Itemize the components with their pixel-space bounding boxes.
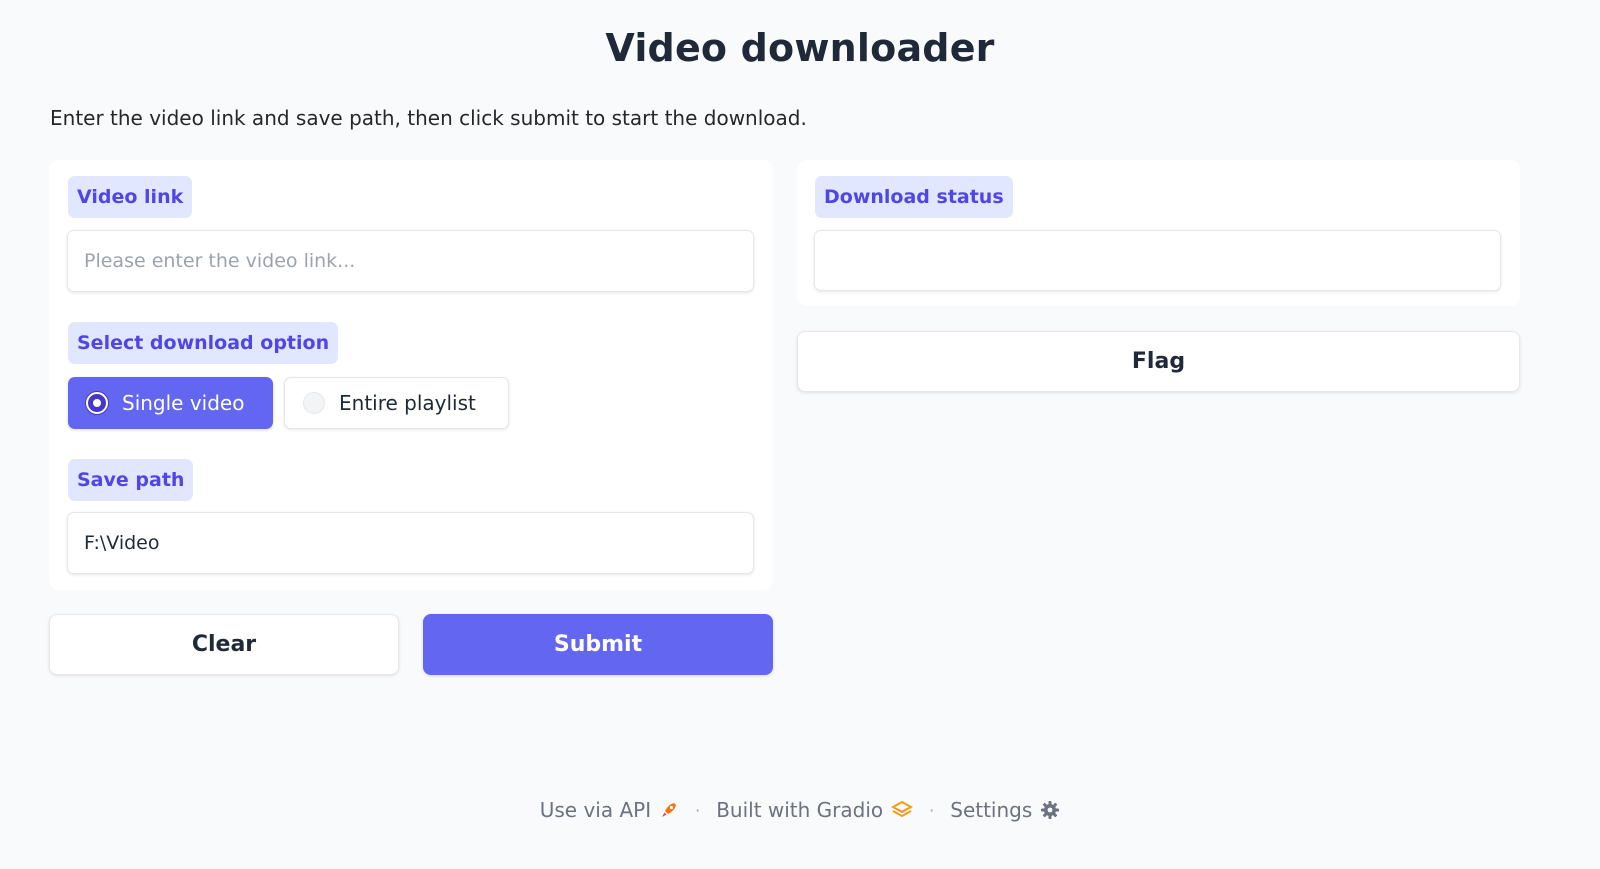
gradio-logo-icon <box>891 800 914 820</box>
clear-button[interactable]: Clear <box>49 614 399 675</box>
download-option-label: Select download option <box>68 322 339 364</box>
gear-icon <box>1040 800 1060 820</box>
submit-button[interactable]: Submit <box>423 614 773 675</box>
output-panel: Download status <box>797 160 1520 306</box>
radio-entire-playlist[interactable]: Entire playlist <box>284 377 509 429</box>
settings-label: Settings <box>950 798 1033 822</box>
radio-single-video[interactable]: Single video <box>68 377 273 429</box>
radio-checked-icon <box>86 392 108 414</box>
download-status-field[interactable] <box>814 230 1501 291</box>
save-path-input[interactable] <box>67 512 754 574</box>
radio-single-video-label: Single video <box>122 391 245 415</box>
settings-link[interactable]: Settings <box>950 798 1060 822</box>
built-with-gradio-label: Built with Gradio <box>716 798 884 822</box>
use-via-api-label: Use via API <box>539 798 652 822</box>
page-description: Enter the video link and save path, then… <box>50 106 807 130</box>
footer: Use via API · Built with Gradio · Settin… <box>0 798 1600 822</box>
use-via-api-link[interactable]: Use via API <box>540 798 679 822</box>
rocket-icon <box>659 800 679 820</box>
video-link-input[interactable] <box>67 230 754 292</box>
flag-button[interactable]: Flag <box>797 331 1520 392</box>
input-panel: Video link Select download option Single… <box>49 160 773 590</box>
download-status-label: Download status <box>815 176 1013 218</box>
footer-separator: · <box>929 800 935 820</box>
page-title: Video downloader <box>605 26 995 70</box>
radio-entire-playlist-label: Entire playlist <box>339 391 476 415</box>
built-with-gradio-link[interactable]: Built with Gradio <box>716 798 914 822</box>
radio-unchecked-icon <box>303 392 325 414</box>
video-link-label: Video link <box>68 176 193 218</box>
footer-separator: · <box>695 800 701 820</box>
save-path-label: Save path <box>68 459 194 501</box>
